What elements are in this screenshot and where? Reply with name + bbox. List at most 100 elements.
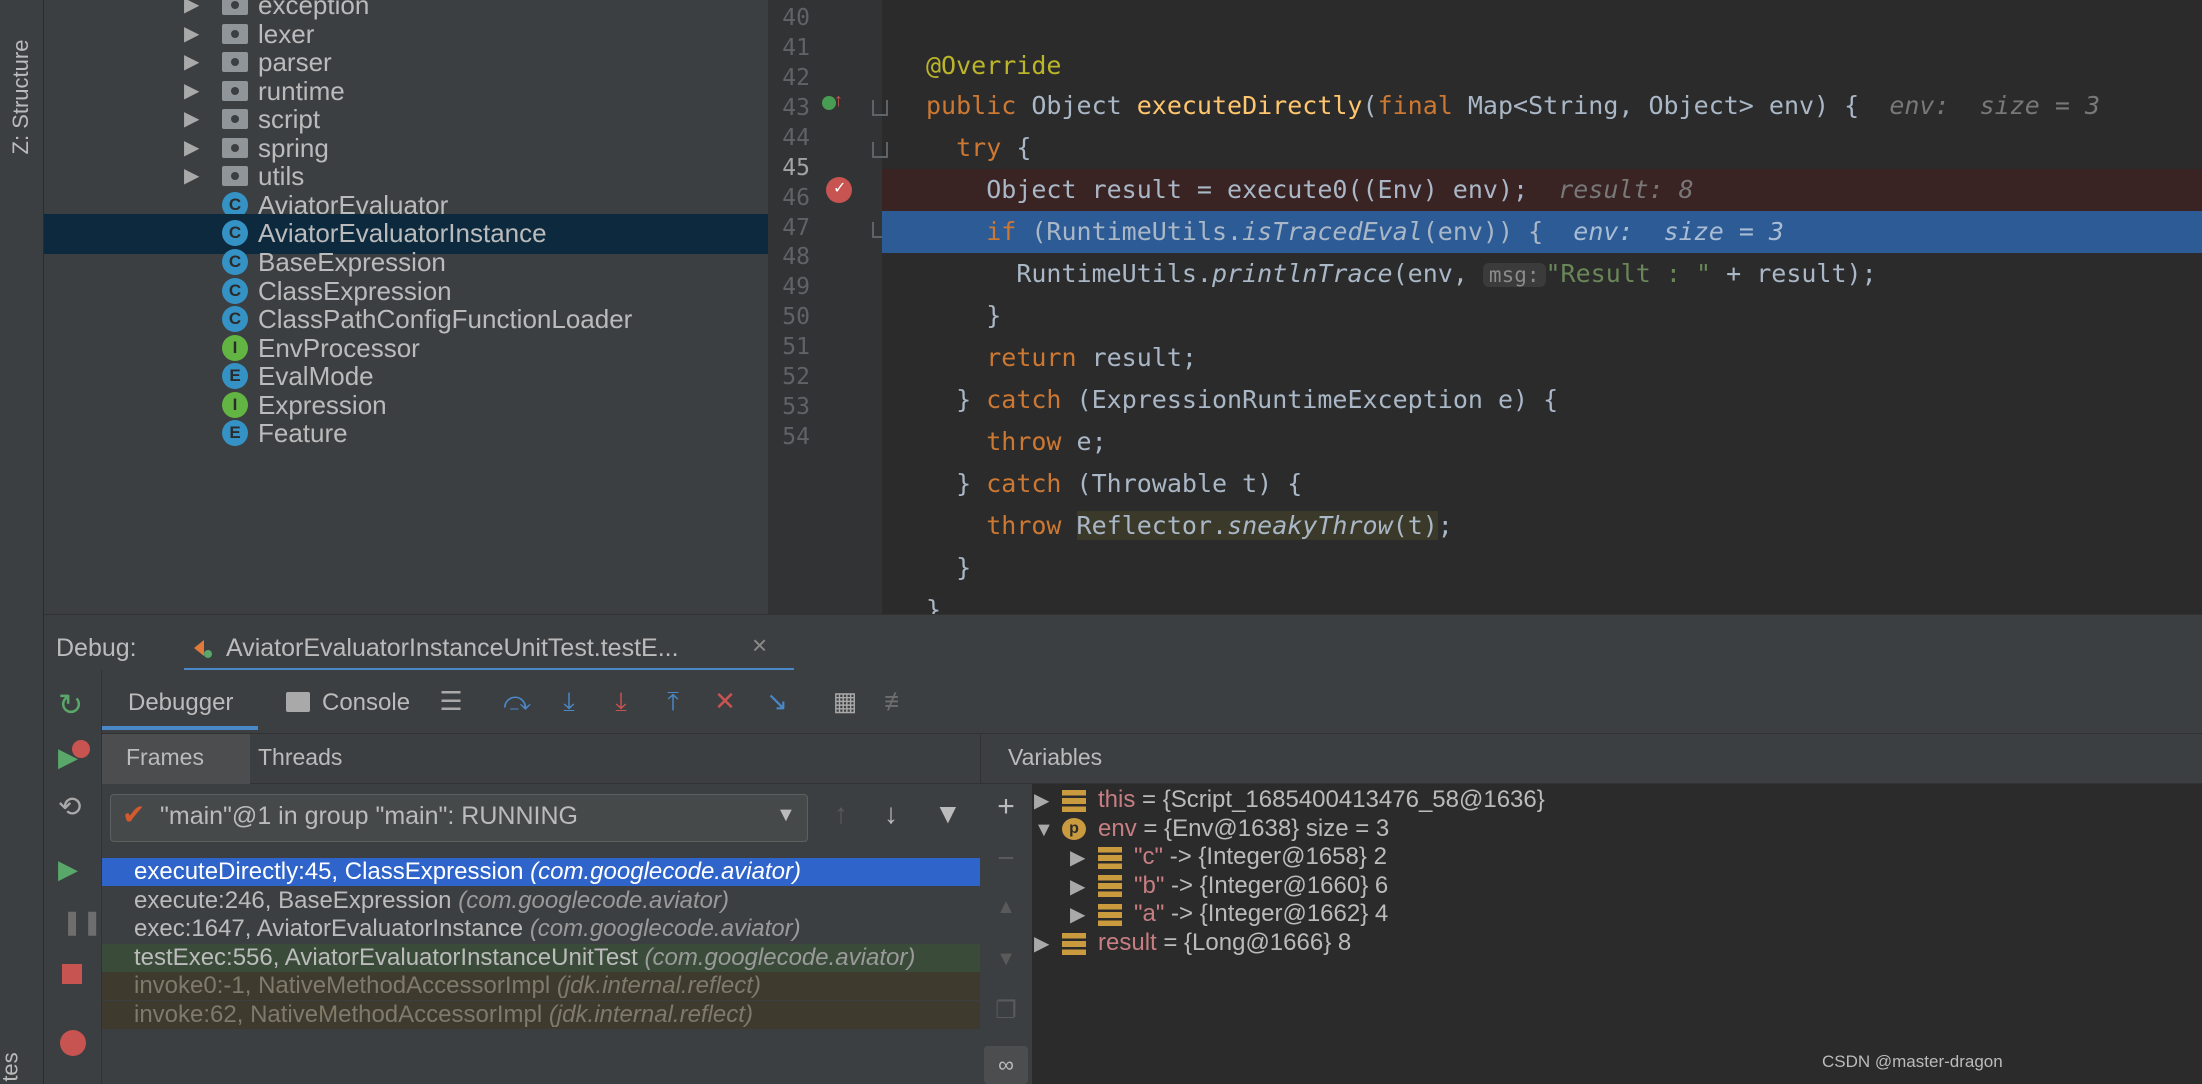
view-breakpoints-icon[interactable] <box>60 1030 86 1056</box>
code-line-53: } <box>956 553 972 582</box>
line-number: 54 <box>782 424 810 451</box>
pause-icon[interactable]: ❚❚ <box>62 908 102 937</box>
layout-menu-icon[interactable]: ☰ <box>434 684 468 718</box>
variable-value: -> {Integer@1660} 6 <box>1164 871 1389 899</box>
variable-name: "c" <box>1134 843 1164 871</box>
variable-value: = {Long@1666} 8 <box>1156 929 1352 956</box>
move-up-icon[interactable]: ▲ <box>990 896 1022 919</box>
chevron-right-icon[interactable]: ▶ <box>184 78 199 103</box>
chevron-right-icon[interactable]: ▶ <box>184 49 199 74</box>
tab-console[interactable]: Console <box>322 682 410 724</box>
step-over-icon[interactable]: ⤼ <box>500 684 534 718</box>
tree-item[interactable]: E Feature <box>44 414 768 454</box>
chevron-right-icon[interactable]: ▶ <box>1070 873 1098 901</box>
arrow-up-icon[interactable]: ↑ <box>834 798 848 830</box>
failed-badge-icon <box>72 740 90 758</box>
resume-icon[interactable]: ▶ <box>58 854 78 885</box>
arrow-down-icon[interactable]: ↓ <box>884 798 898 830</box>
line-number: 44 <box>782 124 810 151</box>
frame-row[interactable]: exec:1647, AviatorEvaluatorInstance (com… <box>102 915 980 943</box>
debug-run-config-icon <box>190 636 214 660</box>
tab-debugger-indicator <box>102 726 258 730</box>
debug-label: Debug: <box>56 634 137 662</box>
project-tree: ▶ exception ▶ lexer ▶ parser ▶ runtime ▶ script ▶ s… <box>44 0 768 614</box>
line-number: 53 <box>782 394 810 421</box>
class-icon: E <box>222 420 248 447</box>
bottom-tool-tab[interactable]: tes <box>0 1044 38 1084</box>
variables-title: Variables <box>1008 744 1103 770</box>
chevron-right-icon[interactable]: ▶ <box>184 163 199 188</box>
parameter-icon: p <box>1062 818 1086 841</box>
frame-package: (com.googlecode.aviator) <box>529 915 801 943</box>
tab-debugger[interactable]: Debugger <box>128 682 233 724</box>
rerun-icon[interactable]: ↻ <box>58 688 83 723</box>
field-icon <box>1098 846 1122 869</box>
frame-method: exec:1647, AviatorEvaluatorInstance <box>134 915 530 943</box>
variables-header <box>980 734 2202 784</box>
variable-name: "a" <box>1134 900 1165 928</box>
variable-row[interactable]: ▶ "c" -> {Integer@1658} 2 <box>1070 843 1387 871</box>
folder-icon <box>222 52 248 73</box>
frame-package: (com.googlecode.aviator) <box>644 943 916 971</box>
trace-stream-icon[interactable]: ≢ <box>880 684 914 718</box>
variable-name: env <box>1098 814 1137 842</box>
variable-row[interactable]: ▶ result = {Long@1666} 8 <box>1034 929 1351 957</box>
field-icon <box>1062 789 1086 812</box>
step-into-icon[interactable]: ⤓ <box>552 684 586 718</box>
toggle-auto-test-icon[interactable]: ⟲ <box>58 790 81 823</box>
frame-row[interactable]: executeDirectly:45, ClassExpression (com… <box>102 858 980 886</box>
field-icon <box>1098 875 1122 898</box>
code-line-51: } catch (Throwable t) { <box>956 469 1303 498</box>
force-step-into-icon[interactable]: ⤓ <box>604 684 638 718</box>
add-watch-icon[interactable]: + <box>990 790 1022 824</box>
copy-icon[interactable]: ❐ <box>990 996 1022 1025</box>
structure-tab-label: Z: Structure <box>8 39 33 155</box>
frame-row[interactable]: invoke:62, NativeMethodAccessorImpl (jdk… <box>102 1001 980 1029</box>
chevron-down-icon[interactable]: ▼ <box>776 804 796 827</box>
move-down-icon[interactable]: ▼ <box>990 948 1022 971</box>
frame-row[interactable]: execute:246, BaseExpression (com.googlec… <box>102 887 980 915</box>
chevron-right-icon[interactable]: ▶ <box>184 135 199 160</box>
filter-icon[interactable]: ▼ <box>934 798 962 830</box>
chevron-right-icon[interactable]: ▶ <box>1034 930 1062 958</box>
code-line-45-execution: if (RuntimeUtils.isTracedEval(env)) { en… <box>882 211 2202 253</box>
run-to-cursor-icon[interactable]: ↘ <box>760 684 794 718</box>
chevron-right-icon[interactable]: ▶ <box>1034 787 1062 815</box>
variable-name: result <box>1098 929 1157 956</box>
code-line-41: @Override <box>926 51 1062 80</box>
evaluate-expression-icon[interactable]: ▦ <box>828 684 862 718</box>
structure-tool-tab[interactable]: Z: Structure <box>4 14 40 184</box>
chevron-right-icon[interactable]: ▶ <box>184 21 199 46</box>
variable-row[interactable]: ▶ this = {Script_1685400413476_58@1636} <box>1034 786 1545 814</box>
tab-frames[interactable]: Frames <box>126 744 204 771</box>
console-icon <box>286 692 310 712</box>
close-icon[interactable]: × <box>752 630 767 661</box>
show-watches-icon[interactable]: ∞ <box>984 1046 1028 1084</box>
variable-row[interactable]: ▼ p env = {Env@1638} size = 3 <box>1034 815 1389 843</box>
tab-threads[interactable]: Threads <box>258 744 342 771</box>
variable-row[interactable]: ▶ "b" -> {Integer@1660} 6 <box>1070 872 1388 900</box>
code-line-49: } catch (ExpressionRuntimeException e) { <box>956 385 1559 414</box>
implements-arrow-icon[interactable]: ↑ <box>834 90 843 111</box>
frame-method: execute:246, BaseExpression <box>134 886 459 914</box>
frame-row[interactable]: testExec:556, AviatorEvaluatorInstanceUn… <box>102 943 980 972</box>
code-line-52: throw Reflector.sneakyThrow(t); <box>986 511 1453 540</box>
chevron-right-icon[interactable]: ▶ <box>1070 844 1098 872</box>
field-icon <box>1062 932 1086 955</box>
folder-icon <box>222 80 248 101</box>
variable-row[interactable]: ▶ "a" -> {Integer@1662} 4 <box>1070 900 1388 928</box>
chevron-right-icon[interactable]: ▶ <box>184 106 199 131</box>
code-line-47: } <box>986 301 1002 330</box>
frame-package: (jdk.internal.reflect) <box>556 972 761 1000</box>
frame-method: invoke0:-1, NativeMethodAccessorImpl <box>134 972 557 1000</box>
chevron-right-icon[interactable]: ▶ <box>1070 901 1098 929</box>
chevron-down-icon[interactable]: ▼ <box>1034 816 1062 844</box>
drop-frame-icon[interactable]: ✕ <box>708 684 742 718</box>
field-icon <box>1098 904 1122 927</box>
frame-row[interactable]: invoke0:-1, NativeMethodAccessorImpl (jd… <box>102 972 980 1001</box>
remove-watch-icon[interactable]: − <box>990 842 1022 876</box>
param-hint: msg: <box>1482 263 1546 287</box>
folder-icon <box>222 137 248 158</box>
step-out-icon[interactable]: ⤒ <box>656 684 690 718</box>
stop-icon[interactable] <box>62 964 82 984</box>
